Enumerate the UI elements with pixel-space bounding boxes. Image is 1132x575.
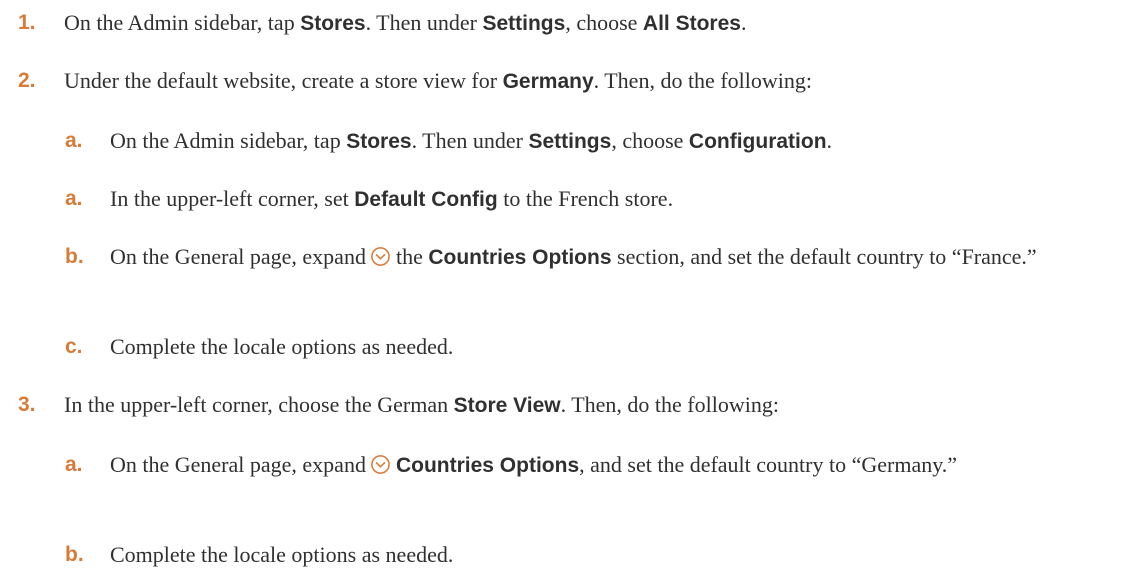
expand-circle-chevron-icon (371, 247, 390, 266)
text-run: , choose (611, 128, 689, 153)
bold-term: Settings (528, 130, 612, 153)
bold-term: Configuration (688, 130, 827, 153)
bold-term: Stores (300, 12, 366, 35)
step-number: 3. (18, 393, 36, 416)
bold-term: Stores (346, 130, 412, 153)
substep-letter: a. (65, 187, 83, 210)
bold-term: Germany (502, 70, 594, 93)
text-run: Under the default website, create a stor… (64, 68, 503, 93)
text-run: . Then, do the following: (560, 392, 779, 417)
text-run: On the Admin sidebar, tap (64, 10, 301, 35)
text-run: to the French store. (497, 186, 674, 211)
text-run: . Then under (365, 10, 483, 35)
substep-text: On the General page, expand the Countries… (110, 241, 1112, 274)
text-run: On the General page, expand (110, 452, 366, 477)
expand-circle-chevron-icon (371, 455, 390, 474)
text-run: . (826, 128, 833, 153)
substep-text: Complete the locale options as needed. (110, 331, 1112, 363)
substep-letter: a. (65, 453, 83, 476)
substep-letter: c. (65, 335, 83, 358)
step-text: On the Admin sidebar, tap Stores. Then u… (64, 7, 1112, 40)
step-text: In the upper-left corner, choose the Ger… (64, 389, 1112, 422)
instructions-page: 1. On the Admin sidebar, tap Stores. The… (0, 0, 1132, 575)
bold-term: Settings (482, 12, 566, 35)
text-run: . (740, 10, 747, 35)
text-run: , and set the default country to “German… (579, 452, 958, 477)
step-text: Under the default website, create a stor… (64, 65, 1112, 98)
substep-text: In the upper-left corner, set Default Co… (110, 183, 1112, 216)
text-run: , choose (565, 10, 643, 35)
text-run: Complete the locale options as needed. (110, 334, 454, 359)
substep-letter: b. (65, 543, 84, 566)
step-number: 2. (18, 69, 36, 92)
substep-text: Complete the locale options as needed. (110, 539, 1112, 571)
text-run: the (395, 244, 429, 269)
text-run: section, and set the default country to … (611, 244, 1037, 269)
substep-text: On the Admin sidebar, tap Stores. Then u… (110, 125, 1112, 158)
text-run: On the General page, expand (110, 244, 366, 269)
bold-term: Countries Options (428, 246, 612, 269)
substep-letter: b. (65, 245, 84, 268)
text-run: . Then under (411, 128, 529, 153)
text-run: On the Admin sidebar, tap (110, 128, 347, 153)
bold-term: Countries Options (395, 454, 580, 477)
bold-term: All Stores (642, 12, 741, 35)
text-run: In the upper-left corner, set (110, 186, 355, 211)
step-number: 1. (18, 11, 36, 34)
bold-term: Store View (453, 394, 561, 417)
text-run: . Then, do the following: (593, 68, 812, 93)
text-run: Complete the locale options as needed. (110, 542, 454, 567)
substep-text: On the General page, expand Countries Opt… (110, 449, 1112, 482)
bold-term: Default Config (354, 188, 498, 211)
substep-letter: a. (65, 129, 83, 152)
text-run: In the upper-left corner, choose the Ger… (64, 392, 454, 417)
